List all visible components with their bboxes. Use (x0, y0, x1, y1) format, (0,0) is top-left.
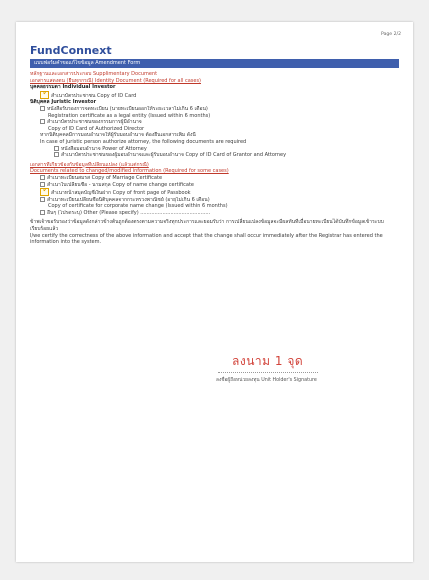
juristic-registration-label-en: Registration certificate as a legal enti… (48, 112, 211, 119)
signature-instruction: ลงนาม 1 จุด (232, 354, 304, 368)
director-id-item: สำเนาบัตรประชาชนของกรรมการผู้มีอำนาจ (30, 119, 399, 126)
related-item-label: สำเนาหน้าสมุดบัญชีเงินฝาก Copy of front … (51, 190, 191, 197)
checkmark-icon: ✓ (42, 90, 50, 98)
director-id-label-th: สำเนาบัตรประชาชนของกรรมการผู้มีอำนาจ (47, 119, 142, 126)
related-item-label: สำเนาใบเปลี่ยนชื่อ - นามสกุล Copy of nam… (47, 181, 195, 188)
checkbox[interactable] (54, 145, 59, 151)
document-page: Page 2/2 FundConnext แบบฟอร์มคำขอแก้ไขข้… (16, 22, 413, 562)
related-item-corporate-name: สำเนาทะเบียนเปลี่ยนชื่อนิติบุคคลจากกระทร… (30, 196, 399, 204)
juristic-registration-label-th: หนังสือรับรองการจดทะเบียน (นายทะเบียนออก… (47, 105, 208, 112)
brand-logo-text: FundConnext (30, 44, 112, 57)
related-item-label: สำเนาทะเบียนสมรส Copy of Marriage Certif… (47, 174, 163, 181)
power-of-attorney-label: หนังสือมอบอำนาจ Power of Attorney (61, 145, 147, 152)
related-item-passbook: ✓ สำเนาหน้าสมุดบัญชีเงินฝาก Copy of front… (30, 188, 399, 197)
checked-checkbox[interactable]: ✓ (40, 188, 50, 197)
section-identity-heading: เอกสารแสดงตน (ยื่นทุกกรณี) Identity Docu… (30, 77, 201, 84)
individual-id-card-label: สำเนาบัตรประชาชน Copy of ID Card (51, 92, 137, 99)
individual-investor-heading: บุคคลธรรมดา Individual Investor (30, 84, 116, 91)
checked-checkbox[interactable]: ✓ (40, 90, 50, 99)
checkbox[interactable] (40, 181, 45, 187)
juristic-registration-item: หนังสือรับรองการจดทะเบียน (นายทะเบียนออก… (30, 105, 399, 113)
grantor-id-item: สำเนาบัตรประชาชนของผู้มอบอำนาจและผู้รับม… (30, 152, 399, 159)
checkbox[interactable] (40, 105, 45, 111)
authorize-note-th: หากนิติบุคคลมีการมอบอำนาจให้ผู้รับมอบอำน… (40, 132, 196, 139)
checkbox[interactable] (40, 174, 45, 180)
form-title-bar: แบบฟอร์มคำขอแก้ไขข้อมูล Amendment Form (30, 59, 399, 68)
section-supporting-heading: หลักฐานและเอกสารประกอบ Supplimentary Doc… (30, 71, 158, 77)
checkbox[interactable] (40, 209, 45, 215)
related-item-other: อื่นๆ (โปรดระบุ) Other (Please specify) … (30, 209, 399, 217)
related-item-label: สำเนาทะเบียนเปลี่ยนชื่อนิติบุคคลจากกระทร… (47, 196, 210, 203)
certification-text-th: ข้าพเจ้าขอรับรองว่าข้อมูลดังกล่าวข้างต้น… (30, 219, 384, 233)
document-body: หลักฐานและเอกสารประกอบ Supplimentary Doc… (30, 71, 399, 246)
page-number: Page 2/2 (381, 32, 401, 37)
grantor-id-label: สำเนาบัตรประชาชนของผู้มอบอำนาจและผู้รับม… (61, 152, 287, 159)
section-related-heading-th: เอกสารที่เกี่ยวข้องกับข้อมูลที่เปลี่ยนแป… (30, 161, 149, 168)
section-related-heading-en: Documents related to changed/modified in… (30, 168, 229, 175)
checkmark-icon: ✓ (42, 188, 50, 196)
related-item-other-label: อื่นๆ (โปรดระบุ) Other (Please specify) … (47, 209, 211, 216)
related-item-name-change: สำเนาใบเปลี่ยนชื่อ - นามสกุล Copy of nam… (30, 181, 399, 189)
power-of-attorney-item: หนังสือมอบอำนาจ Power of Attorney (30, 145, 399, 153)
signature-caption: ลงชื่อผู้ถือหน่วยลงทุน Unit Holder's Sig… (216, 378, 317, 383)
checkbox[interactable] (54, 152, 59, 158)
checkbox[interactable] (40, 119, 45, 125)
certification-text-en: I/we certify the correctness of the abov… (30, 232, 383, 246)
related-item-marriage: สำเนาทะเบียนสมรส Copy of Marriage Certif… (30, 174, 399, 182)
individual-id-card-item: ✓ สำเนาบัตรประชาชน Copy of ID Card (30, 90, 399, 100)
juristic-investor-heading: นิติบุคคล Juristic Investor (30, 99, 97, 106)
director-id-label-en: Copy of ID Card of Authorized Director (48, 125, 145, 132)
related-item-corporate-name-en: Copy of certificate for corporate name c… (48, 203, 228, 210)
checkbox[interactable] (40, 196, 45, 202)
signature-line[interactable] (218, 372, 318, 373)
authorize-note-en: In case of juristic person authorize att… (40, 138, 247, 145)
